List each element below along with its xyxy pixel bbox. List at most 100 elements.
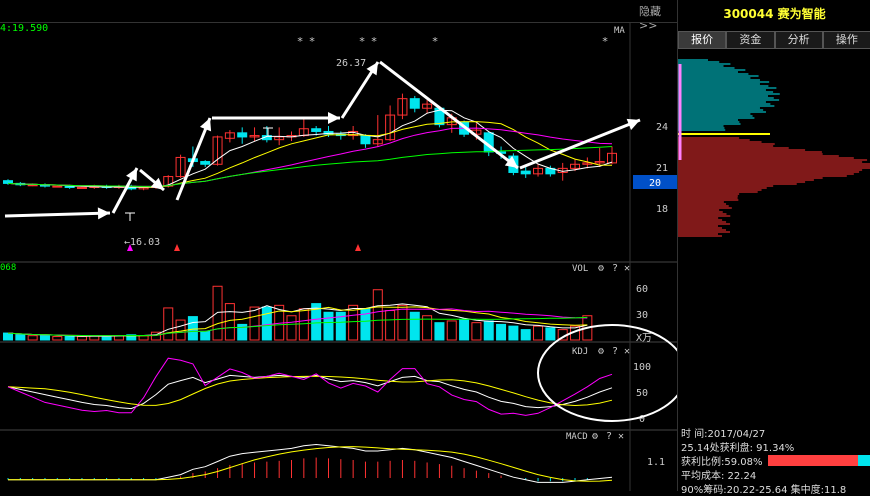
kdj-k-line [7,374,613,410]
vol-close-icon: ✕ [624,263,630,274]
volume-bar [459,318,470,341]
volume-bar [385,310,396,341]
volume-bar [533,325,544,341]
candle-body [360,135,371,145]
chart-svg: 24211820MA26.37←16.03* * * * * *0686030X万VOL ⚙… [0,22,677,491]
ma-line-5 [7,109,613,188]
volume-bar [138,335,149,341]
volume-unit-label: X万 [636,333,652,344]
volume-bar [187,316,198,341]
kdj-close-icon: ✕ [624,346,630,357]
vol-help-icon: ? [612,263,618,274]
trend-arrow-4 [212,112,340,124]
volume-bar [3,332,13,341]
signal-star-0: * [297,35,304,48]
info-profit-ratio: 获利比例:59.08% [681,457,763,468]
stock-code: 300044 [723,7,774,21]
profit-ratio-bar-rest [858,455,870,466]
candle-body [237,132,248,138]
info-avg-cost: 平均成本: 22.24 [681,471,757,482]
high-price-label: 26.37 [336,58,366,69]
kdj-panel-label: KDJ [572,347,588,357]
macd-help-icon: ? [606,431,612,442]
kdj-help-icon: ? [612,346,618,357]
stock-title: 300044 赛为智能 [678,5,870,22]
tab-funds[interactable]: 资金 [726,31,775,49]
macd-axis-label-0: 1.1 [647,457,665,468]
candle-body [76,187,87,189]
info-profit-line: 25.14处获利盘: 91.34% [681,443,795,454]
macd-close-icon: ✕ [618,431,624,442]
volume-bar [483,320,494,341]
volume-bar [200,330,211,341]
volume-bar [508,325,519,341]
tab-quote[interactable]: 报价 [678,31,727,49]
trend-arrow-5 [340,61,380,119]
candle-body [520,170,531,175]
candle-body [52,185,63,188]
volume-bar [212,285,223,341]
right-info-panel: 300044 赛为智能 报价 资金 分析 操作 时 间:2017/04/27 2… [677,0,870,496]
trend-arrow-7-path [519,118,641,170]
kline-chart-area[interactable]: 4:19.590 隐藏>> 24 21 18 20 MA 26.37 ←16.03 * * * * *… [0,0,677,491]
vol-panel-label: VOL [572,264,588,274]
ma-line-10 [7,121,613,188]
info-tabs: 报价 资金 分析 操作 [678,31,870,49]
tab-analysis[interactable]: 分析 [774,31,823,49]
volume-bar [397,304,408,341]
signal-star-3: * [371,35,378,48]
trend-arrow-0 [4,207,111,220]
trend-arrow-1 [111,167,139,214]
profit-ratio-bar [768,455,858,466]
kdj-j-line [7,357,613,416]
volume-axis-label-0: 60 [636,284,648,295]
volume-bar [286,315,297,341]
info-time: 时 间:2017/04/27 [681,429,766,440]
volume-axis-label-1: 30 [636,310,648,321]
volume-bar [163,307,174,341]
candle-body [311,128,322,132]
macd-gear-icon: ⚙ [591,431,598,442]
stock-name: 赛为智能 [777,7,826,21]
price-axis-label-1: 21 [656,163,668,174]
macd-panel-label: MACD [566,432,588,442]
candles [3,93,617,191]
volume-bar [27,335,38,341]
volume-bar [434,322,445,341]
chip-distribution [678,59,870,237]
kdj-axis-label-1: 50 [636,388,648,399]
volume-bar [261,306,272,341]
volume-bar [323,311,334,341]
signal-star-2: * [359,35,366,48]
volume-bar [224,303,235,341]
candle-body [3,180,13,184]
volume-bar [249,306,260,341]
volume-bar [545,327,556,341]
volume-bar [409,311,420,341]
kdj-d-line [7,375,613,407]
trend-arrow-3 [175,117,212,201]
volume-bar [64,336,75,341]
signal-star-1: * [309,35,316,48]
signal-marker-1 [174,244,180,251]
volume-bar [471,322,482,341]
tab-operation[interactable]: 操作 [822,31,870,49]
volume-bar [446,320,457,341]
vol-gear-icon: ⚙ [597,263,604,274]
signal-star-4: * [432,35,439,48]
volume-bar [52,336,63,341]
volume-bar [520,329,531,341]
candle-body [200,161,211,165]
volume-bar [175,319,186,341]
volume-bar [496,323,507,341]
trend-arrow-0-path [4,211,111,218]
price-axis-label-0: 24 [656,122,668,133]
trend-arrow-0-head [97,207,110,220]
volume-corner-label: 068 [0,263,16,273]
kdj-axis-label-0: 100 [633,362,651,373]
candle-body [409,98,420,109]
signal-marker-2 [355,244,361,251]
volume-bar [39,335,50,341]
ma-label: MA [614,26,625,36]
volume-bar [372,289,383,341]
